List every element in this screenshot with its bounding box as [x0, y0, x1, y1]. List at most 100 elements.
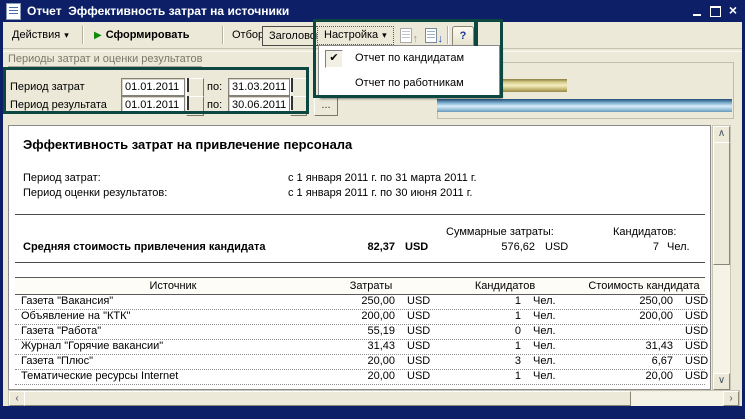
scroll-left-button[interactable]: ‹: [9, 391, 25, 406]
report-divider: [15, 214, 705, 215]
chevron-down-icon: ∨: [718, 375, 725, 386]
menu-item-label: Отчет по кандидатам: [355, 46, 464, 71]
vertical-scrollbar[interactable]: ∧ ∨: [712, 125, 731, 391]
column-header-source: Источник: [15, 278, 331, 294]
close-icon: ×: [729, 2, 737, 18]
cell-price: 250,00: [571, 294, 673, 308]
header-button-label: Заголовок: [269, 30, 321, 42]
save-settings-button[interactable]: ↓: [423, 26, 443, 45]
titlebar: Отчет Эффективность затрат на источники …: [0, 0, 745, 22]
report-divider: [15, 262, 705, 263]
cost-period-label: Период затрат: [10, 81, 85, 94]
restore-settings-icon: [400, 28, 412, 43]
cell-price-unit: USD: [685, 309, 711, 323]
chevron-down-icon: ▾: [64, 30, 69, 40]
report-document: Эффективность затрат на привлечение перс…: [8, 125, 711, 390]
summary-total-unit: USD: [545, 241, 568, 254]
cost-period-to-calendar-button[interactable]: [290, 78, 307, 98]
table-row: Тематические ресурсы Internet 20,00 USD …: [15, 369, 705, 385]
scroll-up-button[interactable]: ∧: [713, 126, 730, 143]
cell-candidates-unit: Чел.: [533, 339, 573, 353]
cell-price-unit: USD: [685, 294, 711, 308]
calendar-icon: [291, 78, 293, 92]
table-row: Журнал "Горячие вакансии" 31,43 USD 1 Че…: [15, 339, 705, 355]
summary-candidates-unit: Чел.: [667, 241, 690, 254]
cell-cost: 20,00: [325, 369, 395, 383]
help-button[interactable]: ?: [452, 26, 474, 47]
toolbar-separator: [82, 26, 84, 44]
report-result-period-label: Период оценки результатов:: [23, 187, 167, 200]
arrow-down-icon: ↓: [438, 34, 444, 45]
menu-item-label: Отчет по работникам: [355, 71, 464, 96]
menu-item-report-by-candidates[interactable]: ✔ Отчет по кандидатам: [319, 46, 499, 71]
cell-candidates-unit: Чел.: [533, 354, 573, 368]
cost-period-from-input[interactable]: [121, 78, 185, 96]
calendar-icon: [187, 96, 189, 110]
column-header-candidates: Кандидатов: [435, 278, 575, 294]
summary-avg-unit: USD: [405, 241, 428, 254]
cost-period-to-input[interactable]: [228, 78, 290, 96]
cell-cost: 31,43: [325, 339, 395, 353]
table-row: Объявление на "КТК" 200,00 USD 1 Чел. 20…: [15, 309, 705, 325]
report-result-period-value: с 1 января 2011 г. по 30 июня 2011 г.: [288, 187, 472, 200]
result-period-to-input[interactable]: [228, 96, 290, 114]
horizontal-scrollbar[interactable]: ‹ ›: [8, 390, 740, 407]
restore-settings-button[interactable]: ↑: [398, 26, 418, 45]
annotation-divider: [474, 22, 478, 46]
maximize-button[interactable]: [707, 4, 723, 18]
cell-price: 20,00: [571, 369, 673, 383]
checkmark-icon: ✔: [325, 50, 343, 68]
chevron-down-icon: ▾: [382, 30, 387, 40]
cell-candidates: 1: [435, 369, 521, 383]
actions-label: Действия: [12, 29, 60, 41]
chevron-right-icon: ›: [729, 393, 732, 404]
scroll-down-button[interactable]: ∨: [713, 373, 730, 390]
cell-source: Газета "Работа": [21, 324, 101, 338]
toolbar-separator: [222, 26, 224, 44]
generate-label: Сформировать: [106, 29, 190, 41]
minimize-button[interactable]: [689, 4, 705, 18]
cell-candidates-unit: Чел.: [533, 324, 573, 338]
decoration-bar-blue: [437, 99, 732, 112]
cost-period-from-calendar-button[interactable]: [186, 78, 204, 98]
cell-candidates: 1: [435, 309, 521, 323]
cell-source: Газета "Вакансия": [21, 294, 113, 308]
cell-price-unit: USD: [685, 324, 711, 338]
cell-price-unit: USD: [685, 369, 711, 383]
result-period-to-calendar-button[interactable]: [290, 96, 307, 116]
cell-price: 6,67: [571, 354, 673, 368]
result-period-from-calendar-button[interactable]: [186, 96, 204, 116]
cell-candidates: 1: [435, 294, 521, 308]
scroll-right-button[interactable]: ›: [723, 391, 739, 406]
cell-price: 31,43: [571, 339, 673, 353]
actions-menu-button[interactable]: Действия ▾: [6, 25, 75, 45]
menu-item-report-by-employees[interactable]: Отчет по работникам: [319, 71, 499, 96]
window-title: Отчет Эффективность затрат на источники: [27, 4, 289, 18]
cell-candidates: 3: [435, 354, 521, 368]
vertical-scrollbar-thumb[interactable]: [713, 142, 730, 265]
more-options-button[interactable]: ...: [314, 97, 338, 116]
maximize-icon: [710, 6, 721, 17]
cell-cost: 250,00: [325, 294, 395, 308]
report-document-icon: [6, 3, 21, 20]
arrow-up-icon: ↑: [413, 34, 419, 45]
horizontal-scrollbar-thumb[interactable]: [24, 391, 631, 406]
cell-cost: 20,00: [325, 354, 395, 368]
decoration-bar-gold: [503, 79, 567, 92]
cell-source: Газета "Плюс": [21, 354, 93, 368]
generate-button[interactable]: ▶Сформировать: [88, 25, 196, 45]
result-period-label: Период результата: [10, 99, 107, 112]
close-button[interactable]: ×: [725, 4, 741, 18]
result-period-from-input[interactable]: [121, 96, 185, 114]
settings-menu-button[interactable]: Настройка▾: [317, 26, 394, 45]
table-row: Газета "Вакансия" 250,00 USD 1 Чел. 250,…: [15, 294, 705, 310]
report-title: Эффективность затрат на привлечение перс…: [23, 138, 352, 151]
calendar-icon: [291, 96, 293, 110]
cell-source: Объявление на "КТК": [21, 309, 130, 323]
window-border-left: [0, 22, 3, 419]
to-label: по:: [207, 81, 222, 94]
report-window: Отчет Эффективность затрат на источники …: [0, 0, 745, 419]
table-row: Газета "Плюс" 20,00 USD 3 Чел. 6,67 USD: [15, 354, 705, 370]
cell-source: Тематические ресурсы Internet: [21, 369, 178, 383]
table-header-row: Источник Затраты Кандидатов Стоимость ка…: [15, 277, 705, 295]
